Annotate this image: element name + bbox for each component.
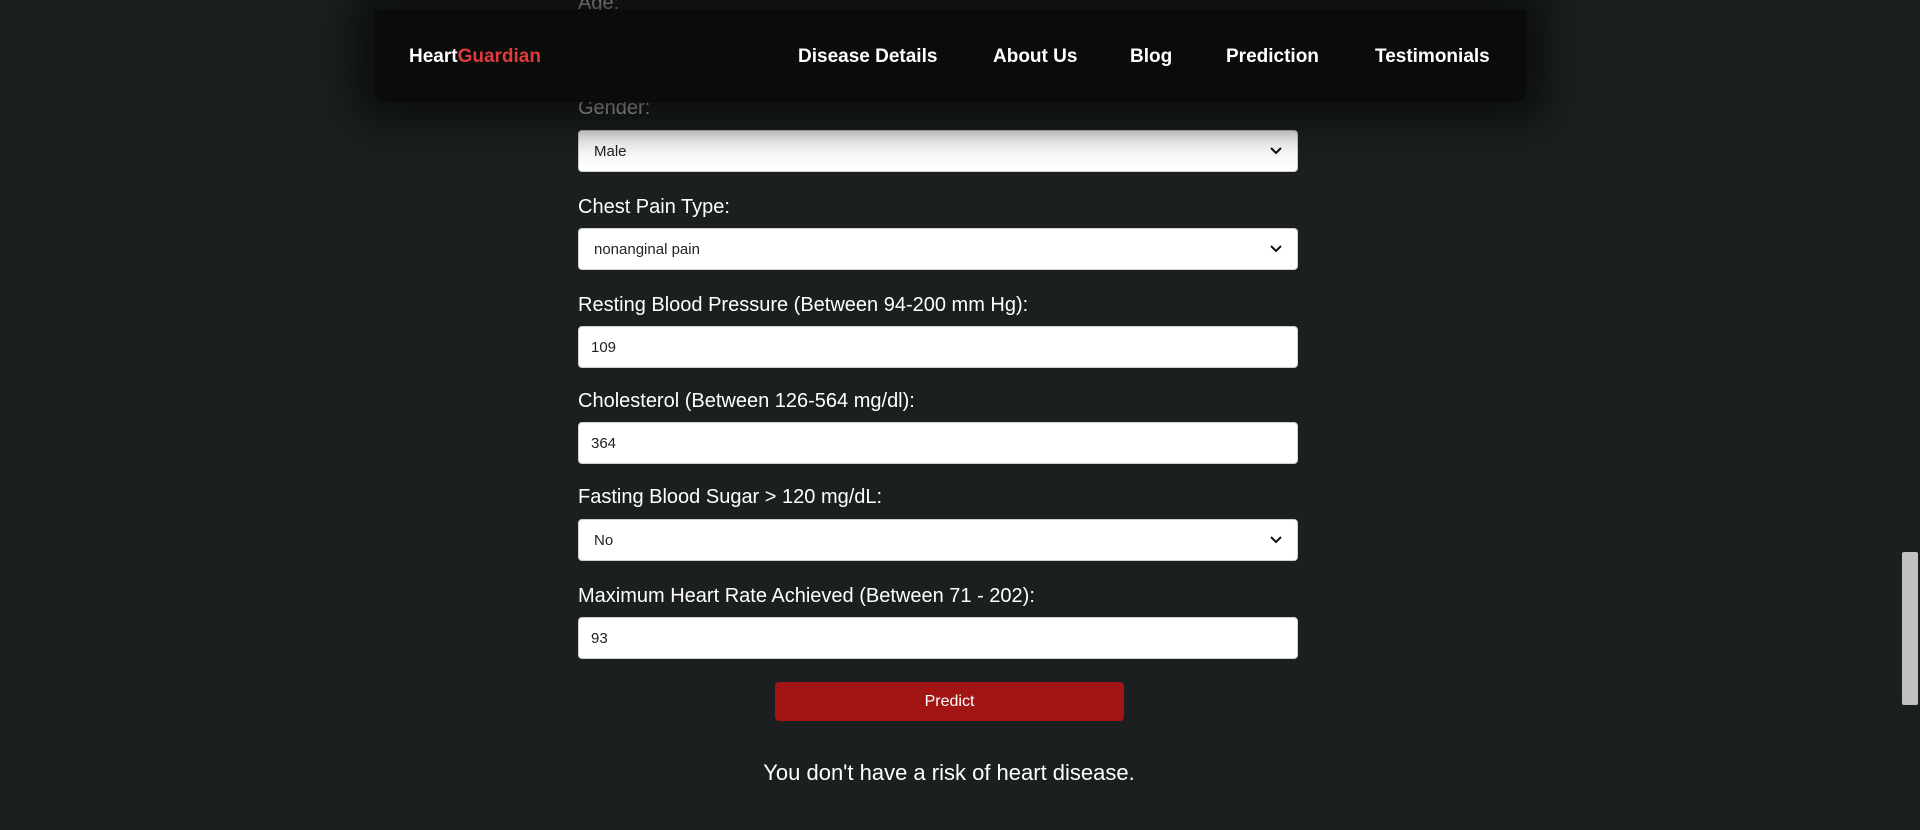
chevron-down-icon bbox=[1269, 144, 1283, 158]
resting-bp-label: Resting Blood Pressure (Between 94-200 m… bbox=[578, 294, 1029, 316]
max-hr-input[interactable]: 93 bbox=[578, 617, 1298, 659]
chest-pain-select-value: nonanginal pain bbox=[594, 240, 700, 258]
scrollbar-thumb[interactable] bbox=[1902, 552, 1918, 705]
scrollbar[interactable] bbox=[1898, 0, 1920, 830]
predict-button[interactable]: Predict bbox=[775, 682, 1124, 721]
nav-blog[interactable]: Blog bbox=[1130, 46, 1172, 68]
prediction-result: You don't have a risk of heart disease. bbox=[763, 760, 1135, 785]
logo-text-heart: Heart bbox=[409, 46, 458, 67]
nav-prediction[interactable]: Prediction bbox=[1226, 46, 1319, 68]
resting-bp-input[interactable]: 109 bbox=[578, 326, 1298, 368]
max-hr-value: 93 bbox=[591, 629, 608, 647]
max-hr-label: Maximum Heart Rate Achieved (Between 71 … bbox=[578, 585, 1035, 607]
gender-select[interactable]: Male bbox=[578, 130, 1298, 172]
nav-testimonials[interactable]: Testimonials bbox=[1375, 46, 1490, 68]
logo-text-guardian: Guardian bbox=[457, 46, 541, 67]
fasting-sugar-select-value: No bbox=[594, 531, 614, 549]
nav-disease-details[interactable]: Disease Details bbox=[798, 46, 937, 68]
fasting-sugar-label: Fasting Blood Sugar > 120 mg/dL: bbox=[578, 486, 883, 508]
cholesterol-value: 364 bbox=[591, 434, 617, 452]
navbar: HeartGuardian Disease Details About Us B… bbox=[374, 10, 1526, 102]
chevron-down-icon bbox=[1269, 242, 1283, 256]
cholesterol-label: Cholesterol (Between 126-564 mg/dl): bbox=[578, 390, 915, 412]
chevron-down-icon bbox=[1269, 533, 1283, 547]
fasting-sugar-select[interactable]: No bbox=[578, 519, 1298, 561]
chest-pain-label: Chest Pain Type: bbox=[578, 196, 730, 218]
cholesterol-input[interactable]: 364 bbox=[578, 422, 1298, 464]
chest-pain-select[interactable]: nonanginal pain bbox=[578, 228, 1298, 270]
nav-about-us[interactable]: About Us bbox=[993, 46, 1077, 68]
resting-bp-value: 109 bbox=[591, 338, 617, 356]
logo[interactable]: HeartGuardian bbox=[409, 46, 541, 68]
gender-select-value: Male bbox=[594, 142, 627, 160]
